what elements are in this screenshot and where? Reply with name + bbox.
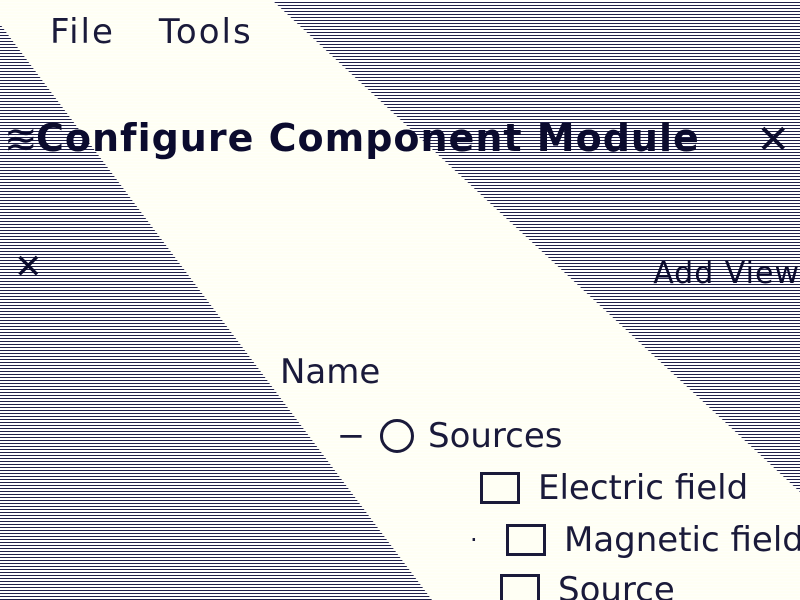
tree-item-label: Magnetic field [564,520,800,560]
tree-item-label: Sources [428,416,563,456]
document-icon [480,472,520,504]
document-icon [506,524,546,556]
tree-column-header-name[interactable]: Name [280,352,380,392]
tree-item-label: Source [558,570,675,600]
collapse-toggle-icon[interactable]: − [336,416,366,456]
window-title-bar: ≋ Configure Component Module ✕ [0,108,800,178]
document-icon [500,574,540,600]
window-app-icon: ≋ [4,117,38,163]
tree-item-label: Electric field [538,468,749,508]
tree-item-sources[interactable]: − Sources [336,416,563,456]
window-close-icon[interactable]: ✕ [756,120,790,160]
menu-tools[interactable]: Tools [159,12,253,52]
tree-item-electric-field[interactable]: Electric field [480,468,748,508]
menu-file[interactable]: File [50,12,115,52]
tree-branch-icon: · [470,526,478,554]
tree-item-magnetic-field[interactable]: · Magnetic field [470,520,800,560]
menu-bar: File Tools [50,12,253,52]
folder-icon [380,419,414,453]
panel-close-icon[interactable]: ✕ [14,250,43,284]
add-view-button[interactable]: Add View [653,256,800,291]
tree-item-source[interactable]: Source [500,570,675,600]
highlight-band [0,0,800,600]
window-title: Configure Component Module [36,116,700,160]
